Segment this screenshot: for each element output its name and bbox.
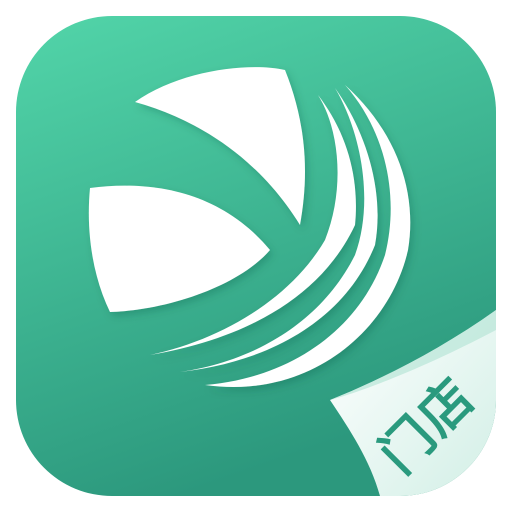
app-icon: 门店 [0, 0, 512, 512]
